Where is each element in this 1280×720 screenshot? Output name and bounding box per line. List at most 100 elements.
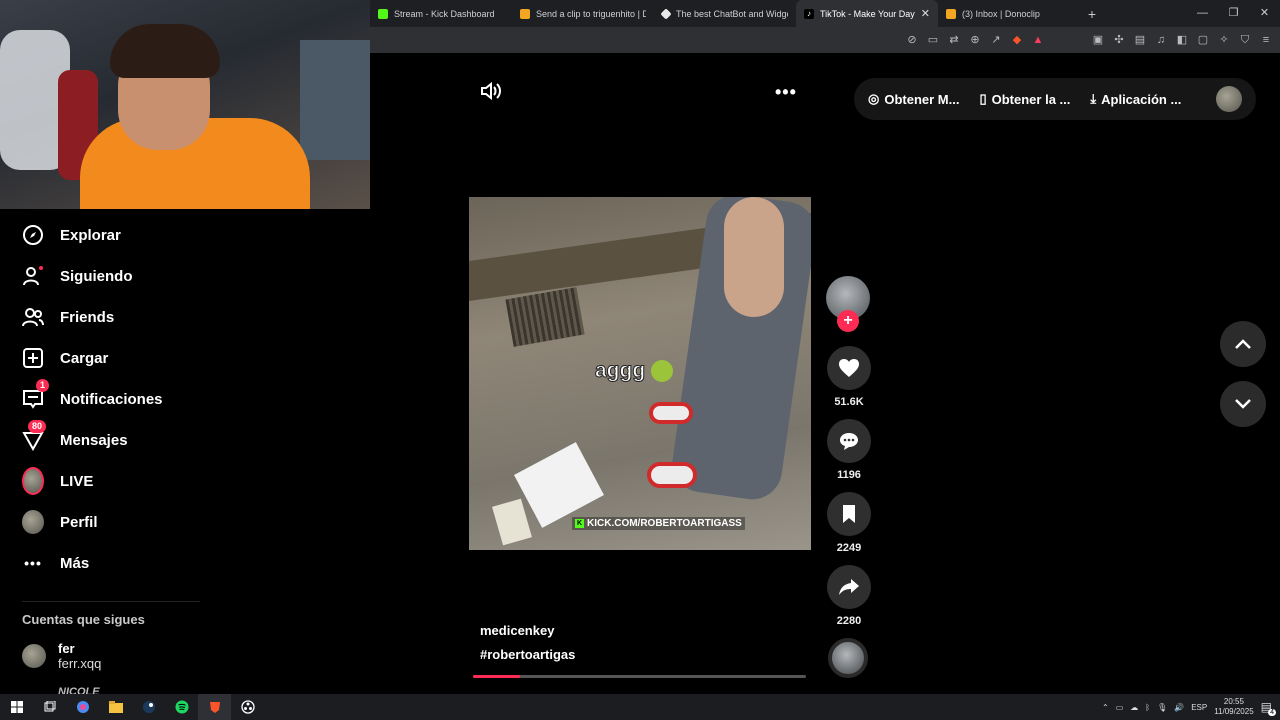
sidebar-item-friends[interactable]: Friends: [22, 305, 114, 329]
new-tab-button[interactable]: +: [1080, 6, 1104, 22]
brave-shield-icon[interactable]: ◆: [1011, 34, 1023, 46]
clock[interactable]: 20:55 11/09/2025: [1214, 697, 1253, 717]
avatar[interactable]: [1216, 86, 1242, 112]
close-window-button[interactable]: ✕: [1249, 0, 1280, 27]
tab-kick-dashboard[interactable]: Stream - Kick Dashboard: [370, 0, 512, 27]
watermark-text: KICK.COM/ROBERTOARTIGASS: [587, 518, 742, 529]
vpn-icon[interactable]: ⛉: [1239, 34, 1251, 46]
brave-browser-icon[interactable]: [198, 694, 231, 720]
save-count: 2249: [836, 542, 862, 554]
download-app-button[interactable]: ⤓ Aplicación ...: [1090, 91, 1181, 107]
spotify-icon[interactable]: [165, 694, 198, 720]
chevron-up-icon[interactable]: ⌃: [1102, 703, 1109, 712]
task-view-icon[interactable]: [33, 694, 66, 720]
sidebar-item-label: LIVE: [60, 472, 94, 490]
sidebar-item-mensajes[interactable]: 80 Mensajes: [22, 420, 128, 452]
zoom-icon[interactable]: ⊕: [969, 34, 981, 46]
tab-label: TikTok - Make Your Day: [820, 8, 915, 19]
extensions-icon[interactable]: ✣: [1113, 34, 1125, 46]
author-username[interactable]: medicenkey: [480, 623, 575, 638]
notification-center-icon[interactable]: ▤ 4: [1261, 700, 1276, 716]
avatar: [22, 644, 46, 668]
microphone-icon[interactable]: 🎙: [1157, 703, 1167, 712]
bluetooth-icon[interactable]: ᛒ: [1145, 703, 1150, 712]
tiktok-favicon-icon: ♪: [804, 8, 814, 19]
get-app-label: Obtener la ...: [991, 91, 1071, 107]
windows-start-icon[interactable]: [0, 694, 33, 720]
more-options-icon[interactable]: •••: [775, 82, 797, 103]
restore-button[interactable]: ❐: [1218, 0, 1249, 27]
sidebar-item-live[interactable]: LIVE: [22, 467, 94, 495]
sidebar-item-mas[interactable]: ••• Más: [22, 551, 89, 575]
volume-icon[interactable]: 🔊: [1174, 703, 1184, 712]
drain-grate: [505, 287, 585, 347]
sidebar-item-notificaciones[interactable]: 1 Notificaciones: [22, 379, 163, 411]
sidebar-toggle-icon[interactable]: ◧: [1176, 34, 1188, 46]
tab-donoclip-inbox[interactable]: (3) Inbox | Donoclip: [938, 0, 1080, 27]
like-action[interactable]: 51.6K: [826, 346, 872, 408]
menu-icon[interactable]: ≡: [1260, 34, 1272, 46]
header-actions: ◎ Obtener M... ▯ Obtener la ... ⤓ Aplica…: [854, 78, 1256, 120]
video-progress-bar[interactable]: [473, 675, 806, 678]
next-video-button[interactable]: [1220, 381, 1266, 427]
comment-action[interactable]: 1196: [826, 419, 872, 481]
brave-rewards-icon[interactable]: ▲: [1032, 34, 1044, 46]
obs-icon[interactable]: [231, 694, 264, 720]
cloud-icon[interactable]: ☁: [1130, 703, 1138, 712]
close-tab-button[interactable]: ✕: [921, 7, 930, 20]
previous-video-button[interactable]: [1220, 321, 1266, 367]
steam-icon[interactable]: [132, 694, 165, 720]
minimize-button[interactable]: —: [1187, 0, 1218, 27]
sidebar-item-label: Mensajes: [60, 431, 128, 449]
notification-count: 4: [1268, 709, 1276, 716]
sound-avatar[interactable]: [828, 638, 868, 678]
follow-plus-button[interactable]: +: [837, 310, 859, 332]
save-action[interactable]: 2249: [826, 492, 872, 554]
tab-tiktok[interactable]: ♪ TikTok - Make Your Day ✕: [796, 0, 938, 27]
following-item[interactable]: fer ferr.xqq: [22, 641, 101, 671]
sidebar-item-perfil[interactable]: Perfil: [22, 510, 98, 534]
sidebar-item-siguiendo[interactable]: Siguiendo: [22, 264, 133, 288]
tab-send-clip[interactable]: Send a clip to triguenhito | Do: [512, 0, 654, 27]
sidebar-item-label: Siguiendo: [60, 267, 133, 285]
get-coins-button[interactable]: ◎ Obtener M...: [868, 91, 959, 107]
leo-ai-icon[interactable]: ✧: [1218, 34, 1230, 46]
share-icon[interactable]: ↗: [990, 34, 1002, 46]
language-indicator[interactable]: ESP: [1191, 703, 1207, 712]
video-caption: aggg: [594, 359, 674, 383]
sidebar-item-explorar[interactable]: Explorar: [22, 223, 121, 247]
share-arrow-icon[interactable]: [827, 565, 871, 609]
video-player[interactable]: aggg K KICK.COM/ROBERTOARTIGASS: [469, 197, 811, 550]
bookmark-icon[interactable]: [827, 492, 871, 536]
comment-count: 1196: [837, 469, 861, 481]
tab-label: (3) Inbox | Donoclip: [962, 8, 1040, 19]
copilot-icon[interactable]: [66, 694, 99, 720]
media-icon[interactable]: ♫: [1155, 34, 1167, 46]
comment-icon[interactable]: [827, 419, 871, 463]
hashtag-link[interactable]: #robertoartigas: [480, 647, 575, 662]
get-app-button[interactable]: ▯ Obtener la ...: [979, 91, 1070, 107]
sidebar-item-cargar[interactable]: Cargar: [22, 346, 108, 370]
file-explorer-icon[interactable]: [99, 694, 132, 720]
chevron-down-icon: [1235, 399, 1251, 409]
download-icon: ⤓: [1090, 91, 1097, 106]
window-controls: — ❐ ✕: [1187, 0, 1280, 27]
cast-icon[interactable]: ▭: [927, 34, 939, 46]
sidebar-item-label: Más: [60, 554, 90, 572]
share-action[interactable]: 2280: [826, 565, 872, 627]
following-username: ferr.xqq: [58, 656, 102, 671]
picture-icon[interactable]: ▣: [1092, 34, 1104, 46]
translate-icon[interactable]: ⇄: [948, 34, 960, 46]
wallet-icon[interactable]: ▢: [1197, 34, 1209, 46]
volume-button[interactable]: [480, 81, 502, 106]
sidebar-item-label: Perfil: [60, 513, 98, 531]
message-badge: 80: [28, 420, 47, 433]
no-sound-icon[interactable]: ⊘: [906, 34, 918, 46]
profile-avatar-icon: [22, 510, 44, 534]
tab-chatbot[interactable]: The best ChatBot and Widgets: [654, 0, 796, 27]
heart-icon[interactable]: [827, 346, 871, 390]
upload-icon: [22, 347, 44, 369]
network-icon[interactable]: ▭: [1116, 703, 1124, 712]
screenshot-icon[interactable]: ▤: [1134, 34, 1146, 46]
sidebar-item-label: Cargar: [60, 349, 109, 367]
